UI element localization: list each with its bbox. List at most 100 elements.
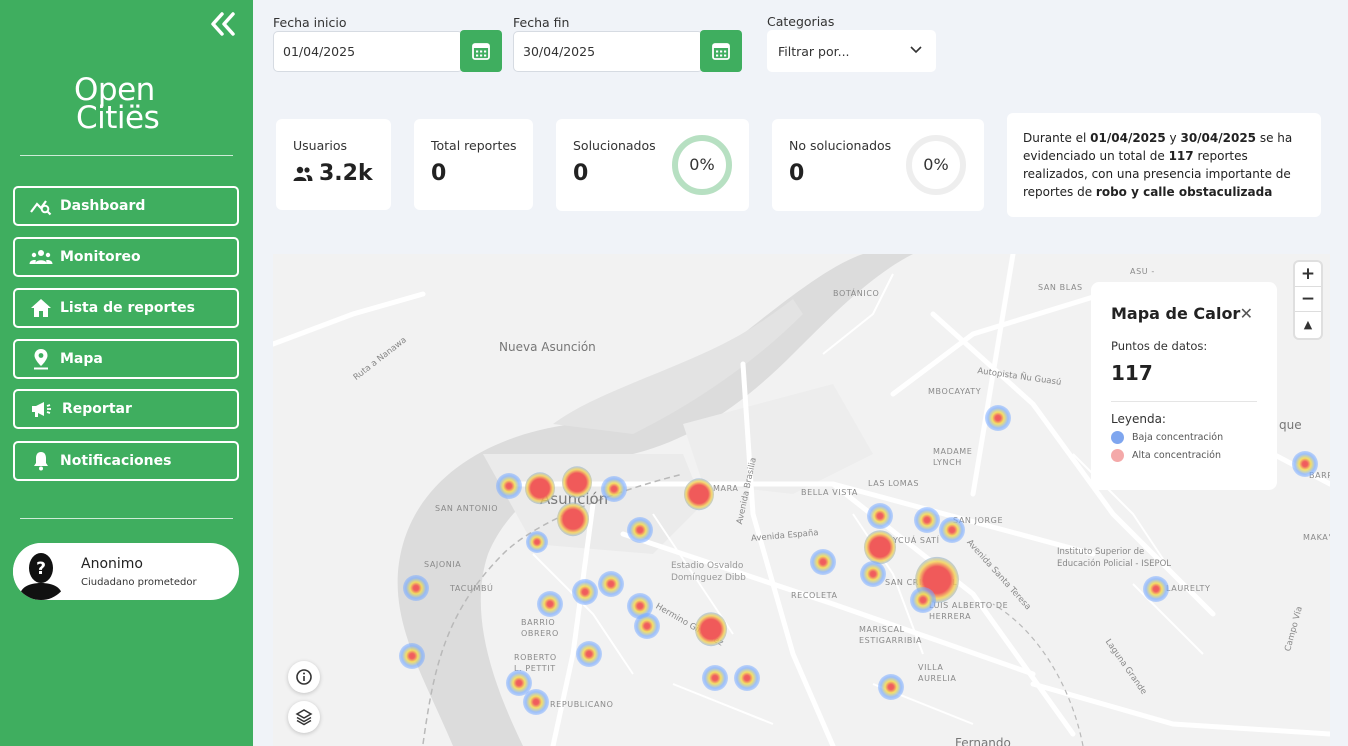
logo-line-2: Citiës: [76, 100, 160, 136]
heat-point: [1292, 451, 1318, 477]
users-card: Usuarios 3.2k: [276, 119, 391, 210]
total-reports-card: Total reportes 0: [414, 119, 533, 210]
heatmap-legend-panel: Mapa de Calor ✕ Puntos de datos: 117 Ley…: [1091, 282, 1277, 490]
heat-point: [525, 472, 555, 504]
heat-point: [939, 517, 965, 543]
summary-card: Durante el 01/04/2025 y 30/04/2025 se ha…: [1007, 113, 1321, 217]
heat-point: [734, 665, 760, 691]
sidebar-item-mapa[interactable]: Mapa: [13, 339, 239, 379]
map-label: LUIS ALBERTO DE HERRERA: [929, 601, 1009, 621]
solved-card: Solucionados 0 0%: [556, 119, 749, 211]
points-label: Puntos de datos:: [1111, 339, 1208, 353]
map-label: SAN ANTONIO: [435, 504, 499, 513]
heat-map[interactable]: Nueva Asunción Asunción BOTÁNICO SAN BLA…: [273, 254, 1330, 746]
points-value: 117: [1111, 361, 1153, 385]
heat-point: [399, 643, 425, 669]
map-label: YCUÁ SATÍ: [893, 536, 940, 545]
heat-point: [403, 575, 429, 601]
sidebar: Open Citiës Dashboard Monitoreo Lista de…: [0, 0, 253, 746]
sidebar-item-monitoreo[interactable]: Monitoreo: [13, 237, 239, 277]
legend-high-label: Alta concentración: [1132, 450, 1221, 461]
heat-point: [1143, 576, 1169, 602]
map-info-button[interactable]: [288, 661, 320, 693]
heat-point: [526, 531, 548, 553]
zoom-controls: + − ▲: [1295, 262, 1321, 338]
heat-point: [985, 405, 1011, 431]
start-date-calendar-button[interactable]: [460, 30, 502, 72]
sidebar-item-label: Reportar: [62, 401, 132, 417]
sidebar-item-label: Mapa: [60, 351, 103, 367]
legend-high: Alta concentración: [1111, 449, 1257, 462]
user-name: Anonimo: [81, 555, 143, 572]
map-label: MADAME LYNCH: [933, 447, 973, 467]
heat-point: [695, 612, 727, 646]
sidebar-item-reportar[interactable]: Reportar: [13, 389, 239, 429]
summary-text-2: y: [1165, 131, 1181, 145]
zoom-out-button[interactable]: −: [1295, 287, 1321, 312]
close-icon[interactable]: ✕: [1240, 304, 1253, 323]
map-label: ASU -: [1130, 267, 1155, 276]
heat-point: [496, 473, 522, 499]
solved-percent: 0%: [689, 155, 715, 174]
category-select[interactable]: Filtrar por...: [767, 30, 936, 72]
map-label: BARRIO OBRERO: [521, 618, 559, 638]
heat-point: [601, 476, 627, 502]
calendar-icon: [712, 43, 730, 60]
layers-icon: [295, 709, 313, 726]
end-date-input[interactable]: 30/04/2025: [513, 31, 703, 72]
chart-search-icon: [30, 200, 52, 216]
open-cities-logo: Open Citiës: [70, 74, 185, 138]
end-date-calendar-button[interactable]: [700, 30, 742, 72]
map-label: MARISCAL ESTIGARRIBIA: [859, 625, 923, 645]
calendar-icon: [472, 43, 490, 60]
map-pin-icon: [34, 349, 48, 370]
collapse-sidebar-icon[interactable]: [209, 11, 237, 37]
map-label: que: [1279, 418, 1302, 432]
user-profile-card[interactable]: ? Anonimo Ciudadano prometedor: [13, 543, 239, 600]
start-date-input[interactable]: 01/04/2025: [273, 31, 463, 72]
summary-count: 117: [1168, 149, 1194, 163]
sidebar-item-dashboard[interactable]: Dashboard: [13, 186, 239, 226]
unsolved-card: No solucionados 0 0%: [772, 119, 984, 211]
heat-point: [562, 466, 592, 498]
users-value: 3.2k: [319, 161, 373, 186]
heat-point: [864, 530, 896, 564]
heat-point: [537, 591, 563, 617]
map-label: BELLA VISTA: [801, 488, 858, 497]
legend-divider: [1111, 401, 1257, 402]
unsolved-label: No solucionados: [789, 138, 892, 153]
heat-point: [860, 561, 886, 587]
map-label: TACUMBÚ: [450, 584, 494, 593]
category-select-value: Filtrar por...: [778, 43, 850, 59]
total-reports-label: Total reportes: [431, 138, 517, 153]
end-date-label: Fecha fin: [513, 15, 570, 30]
reset-north-button[interactable]: ▲: [1295, 312, 1321, 337]
bell-icon: [34, 452, 48, 471]
map-label: LAS LOMAS: [868, 479, 920, 488]
megaphone-icon: [32, 402, 51, 417]
map-layers-button[interactable]: [288, 701, 320, 733]
summary-text-1: Durante el: [1023, 131, 1091, 145]
map-label: MARA: [713, 484, 739, 493]
unsolved-value: 0: [789, 161, 805, 186]
sidebar-item-lista-reportes[interactable]: Lista de reportes: [13, 288, 239, 328]
map-label: SAJONIA: [424, 560, 462, 569]
summary-categories: robo y calle obstaculizada: [1095, 185, 1273, 199]
heat-point: [684, 478, 714, 510]
sidebar-item-notificaciones[interactable]: Notificaciones: [13, 441, 239, 481]
users-icon: [29, 250, 53, 264]
heat-point: [878, 674, 904, 700]
sidebar-item-label: Monitoreo: [60, 249, 141, 265]
solved-value: 0: [573, 161, 589, 186]
heat-point: [867, 503, 893, 529]
map-label: MBOCAYATY: [928, 387, 982, 396]
info-icon: [296, 669, 312, 685]
map-label: RECOLETA: [791, 591, 838, 600]
zoom-in-button[interactable]: +: [1295, 262, 1321, 287]
chevron-down-icon: [910, 46, 922, 54]
heat-point: [914, 507, 940, 533]
category-label: Categorias: [767, 14, 835, 29]
map-label: VILLA AURELIA: [918, 663, 957, 683]
svg-text:?: ?: [36, 559, 46, 579]
total-reports-value: 0: [431, 161, 447, 186]
